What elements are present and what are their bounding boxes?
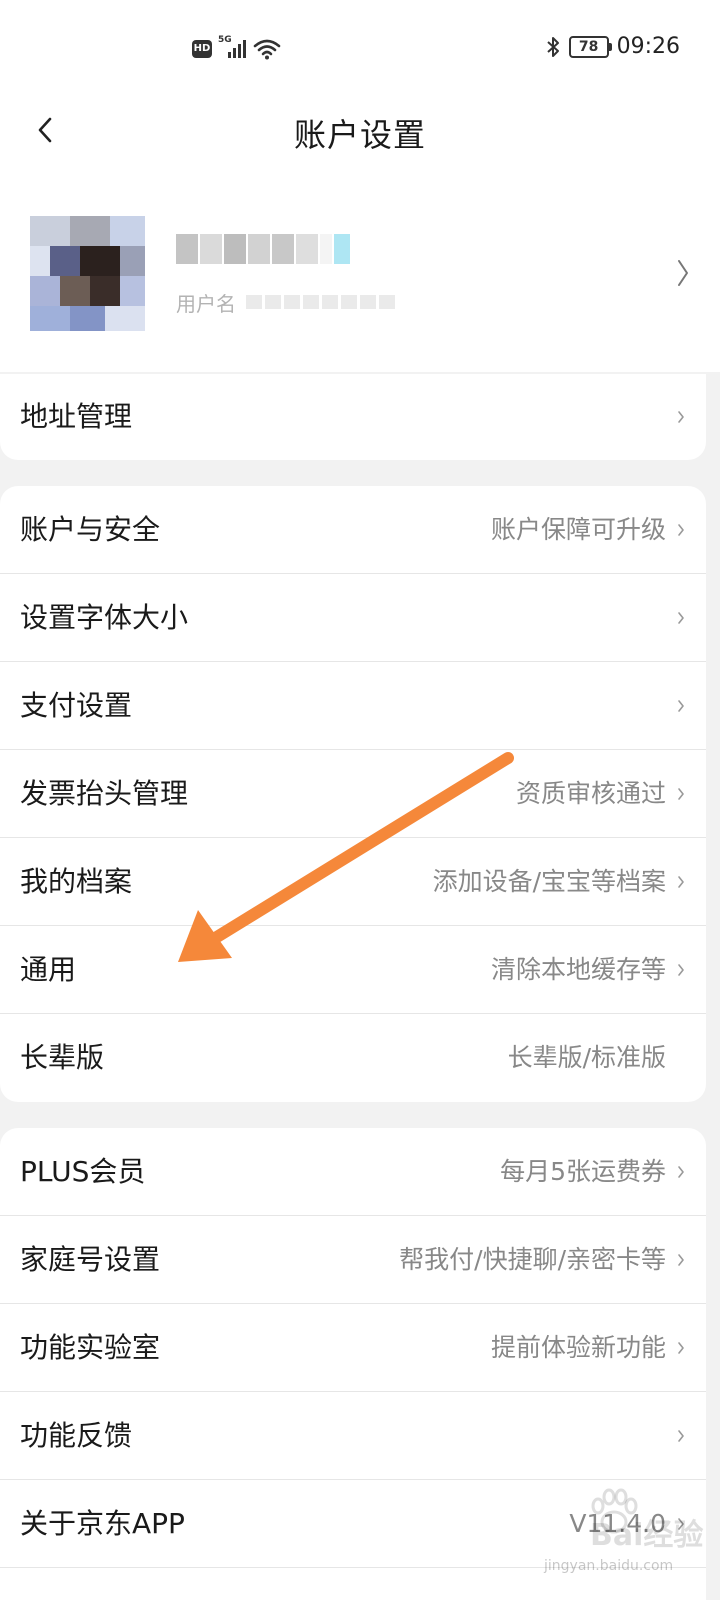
- chevron-right-icon: [678, 788, 684, 800]
- row-value: 提前体验新功能: [490, 1333, 666, 1362]
- watermark: Bai经验 jingyan.baidu.com: [540, 1488, 710, 1590]
- nav-bar: 账户设置: [0, 96, 720, 166]
- row-label: 长辈版: [20, 1041, 105, 1074]
- row-label: 功能实验室: [20, 1331, 161, 1364]
- row-label: 我的档案: [20, 865, 133, 898]
- network-type: 5G: [218, 35, 232, 45]
- hd-badge: HD: [192, 40, 212, 58]
- row-value: 长辈版/标准版: [507, 1043, 666, 1072]
- row-label: 设置字体大小: [20, 601, 189, 634]
- chevron-right-icon: [678, 411, 684, 423]
- chevron-right-icon: [678, 1166, 684, 1178]
- settings-group-address: 地址管理: [0, 374, 706, 460]
- row-value: 每月5张运费券: [500, 1157, 666, 1186]
- watermark-url: jingyan.baidu.com: [544, 1558, 674, 1574]
- row-invoice-title[interactable]: 发票抬头管理 资质审核通过: [0, 750, 706, 838]
- row-label: 地址管理: [20, 400, 133, 433]
- row-label: 通用: [20, 953, 77, 986]
- status-right: 78 09:26: [545, 34, 680, 59]
- row-label: 家庭号设置: [20, 1243, 161, 1276]
- row-plus-member[interactable]: PLUS会员 每月5张运费券: [0, 1128, 706, 1216]
- row-value: 清除本地缓存等: [490, 955, 666, 984]
- row-value: 资质审核通过: [515, 779, 666, 808]
- chevron-right-icon: [678, 260, 688, 286]
- row-label: PLUS会员: [20, 1155, 146, 1188]
- username-blurred: [176, 234, 350, 264]
- row-value: 添加设备/宝宝等档案: [432, 867, 666, 896]
- row-font-size[interactable]: 设置字体大小: [0, 574, 706, 662]
- chevron-right-icon: [678, 612, 684, 624]
- row-label: 功能反馈: [20, 1419, 133, 1452]
- avatar: [30, 216, 145, 331]
- chevron-right-icon: [678, 1430, 684, 1442]
- username-label: 用户名: [176, 291, 236, 316]
- row-general[interactable]: 通用 清除本地缓存等: [0, 926, 706, 1014]
- row-elder-mode[interactable]: 长辈版 长辈版/标准版: [0, 1014, 706, 1102]
- settings-group-account: 账户与安全 账户保障可升级 设置字体大小 支付设置 发票抬头管理 资质审核通过 …: [0, 486, 706, 1102]
- row-label: 账户与安全: [20, 513, 161, 546]
- cellular-signal-icon: 5G: [218, 35, 246, 60]
- status-time: 09:26: [616, 34, 680, 59]
- row-my-profile[interactable]: 我的档案 添加设备/宝宝等档案: [0, 838, 706, 926]
- chevron-right-icon: [678, 1254, 684, 1266]
- chevron-right-icon: [678, 964, 684, 976]
- row-address-management[interactable]: 地址管理: [0, 374, 706, 460]
- row-label: 支付设置: [20, 689, 133, 722]
- chevron-right-icon: [678, 524, 684, 536]
- wifi-icon: [253, 39, 281, 60]
- row-value: 帮我付/快捷聊/亲密卡等: [399, 1245, 666, 1274]
- status-left: HD 5G: [192, 35, 282, 60]
- bluetooth-icon: [546, 36, 559, 57]
- chevron-right-icon: [678, 700, 684, 712]
- battery-icon: 78: [568, 35, 612, 58]
- row-label: 发票抬头管理: [20, 777, 189, 810]
- watermark-text: Bai经验: [590, 1518, 704, 1553]
- profile-card[interactable]: 用户名: [0, 200, 720, 350]
- row-family-account[interactable]: 家庭号设置 帮我付/快捷聊/亲密卡等: [0, 1216, 706, 1304]
- row-feedback[interactable]: 功能反馈: [0, 1392, 706, 1480]
- status-bar: HD 5G 78 09:26: [0, 30, 720, 74]
- chevron-right-icon: [678, 876, 684, 888]
- user-id-row: 用户名: [176, 288, 395, 316]
- row-value: 账户保障可升级: [490, 515, 666, 544]
- chevron-right-icon: [678, 1342, 684, 1354]
- user-id-blurred: [246, 295, 395, 309]
- page-title: 账户设置: [293, 116, 426, 154]
- row-account-security[interactable]: 账户与安全 账户保障可升级: [0, 486, 706, 574]
- row-label: 关于京东APP: [20, 1507, 185, 1540]
- row-feature-lab[interactable]: 功能实验室 提前体验新功能: [0, 1304, 706, 1392]
- row-payment-settings[interactable]: 支付设置: [0, 662, 706, 750]
